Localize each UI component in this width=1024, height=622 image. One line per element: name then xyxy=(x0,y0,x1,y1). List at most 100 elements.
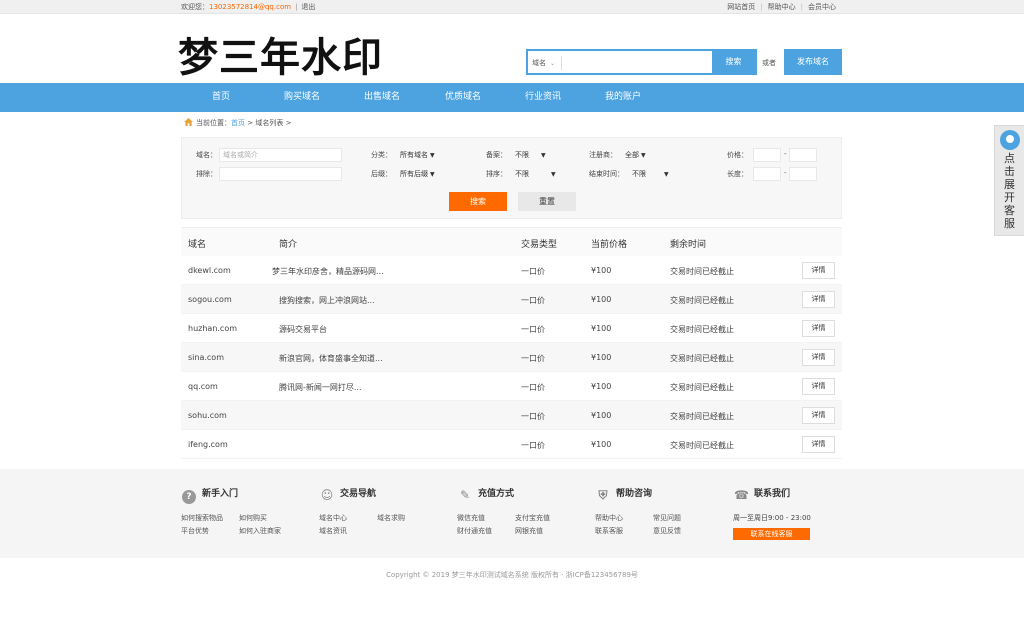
detail-button[interactable]: 详情 xyxy=(802,262,835,279)
footer-link[interactable]: 如何搜索物品 xyxy=(181,513,223,523)
breadcrumb-home[interactable]: 首页 xyxy=(231,119,245,127)
cell-remaining: 交易时间已经截止 xyxy=(670,383,734,392)
suffix-select[interactable]: 所有后缀 ▼ xyxy=(400,168,435,180)
endtime-select[interactable]: 不限 ▼ xyxy=(632,168,669,180)
header-desc: 简介 xyxy=(279,240,298,250)
search-type-select[interactable]: 域名 ⌄ xyxy=(530,56,562,70)
copyright: Copyright © 2019 梦三年水印测试域名系统 版权所有 · 浙ICP… xyxy=(386,571,638,579)
cell-remaining: 交易时间已经截止 xyxy=(670,296,734,305)
footer-link[interactable]: 平台优势 xyxy=(181,526,209,536)
cell-domain[interactable]: ifeng.com xyxy=(188,440,228,449)
footer-link[interactable]: 如何入驻商家 xyxy=(239,526,281,536)
search-input[interactable] xyxy=(564,53,714,71)
endtime-label: 结束时间： xyxy=(589,170,624,178)
nav-industry-news[interactable]: 行业资讯 xyxy=(525,83,561,112)
footer-link[interactable]: 财付通充值 xyxy=(457,526,492,536)
cell-domain[interactable]: huzhan.com xyxy=(188,324,237,333)
side-customer-service[interactable]: 点击展开客服 xyxy=(994,125,1024,236)
logout-link[interactable]: 退出 xyxy=(301,3,315,11)
home-icon xyxy=(184,118,193,126)
footer-col-recharge: ✎ 充值方式 xyxy=(459,488,515,502)
cell-domain[interactable]: qq.com xyxy=(188,382,218,391)
detail-button[interactable]: 详情 xyxy=(802,320,835,337)
suffix-label: 后缀： xyxy=(371,170,392,178)
domain-table: 域名 简介 交易类型 当前价格 剩余时间 dkewl.com 梦三年水印彦舍，精品… xyxy=(181,227,842,459)
nav-buy-domain[interactable]: 购买域名 xyxy=(284,83,320,112)
cell-price: ¥100 xyxy=(591,324,612,333)
exclude-label: 排除： xyxy=(196,170,217,178)
cell-price: ¥100 xyxy=(591,353,612,362)
registrar-label: 注册商： xyxy=(589,151,617,159)
sort-select[interactable]: 不限 ▼ xyxy=(515,168,556,180)
cell-type: 一口价 xyxy=(521,267,545,276)
detail-button[interactable]: 详情 xyxy=(802,407,835,424)
chevron-down-icon: ▼ xyxy=(641,152,646,159)
search-box: 域名 ⌄ 搜索 xyxy=(526,49,757,75)
filter-reset-button[interactable]: 重置 xyxy=(518,192,576,211)
footer-link[interactable]: 支付宝充值 xyxy=(515,513,550,523)
cell-desc: 搜狗搜索，网上冲浪网站... xyxy=(279,296,375,305)
price-max-input[interactable] xyxy=(789,148,817,162)
cell-desc: 梦三年水印彦舍，精品源码网... xyxy=(272,267,384,276)
length-min-input[interactable] xyxy=(753,167,781,181)
cell-domain[interactable]: sohu.com xyxy=(188,411,227,420)
cell-desc: 腾讯网-新闻一网打尽... xyxy=(279,383,362,392)
footer-link[interactable]: 微信充值 xyxy=(457,513,485,523)
nav-home[interactable]: 首页 xyxy=(212,83,230,112)
detail-button[interactable]: 详情 xyxy=(802,378,835,395)
top-link-help[interactable]: 帮助中心 xyxy=(768,3,796,11)
search-button[interactable]: 搜索 xyxy=(712,51,755,73)
header-type: 交易类型 xyxy=(521,240,558,250)
nav-my-account[interactable]: 我的账户 xyxy=(605,83,641,112)
table-row: dkewl.com 梦三年水印彦舍，精品源码网... 一口价 ¥100 交易时间已经截止… xyxy=(181,256,842,285)
nav-premium-domain[interactable]: 优质域名 xyxy=(445,83,481,112)
wallet-icon: ✎ xyxy=(459,488,471,502)
chevron-down-icon: ▼ xyxy=(430,152,435,159)
online-service-button[interactable]: 联系在线客服 xyxy=(733,528,810,540)
cell-desc: 新浪官网，体育盛事全知道... xyxy=(279,354,383,363)
exclude-input[interactable] xyxy=(219,167,342,181)
category-label: 分类： xyxy=(371,151,392,159)
table-row: qq.com 腾讯网-新闻一网打尽... 一口价 ¥100 交易时间已经截止 详情 xyxy=(181,372,842,401)
footer-col-help: ⛨ 帮助咨询 xyxy=(596,487,652,502)
cell-domain[interactable]: sogou.com xyxy=(188,295,232,304)
footer-link[interactable]: 域名资讯 xyxy=(319,526,347,536)
top-link-home[interactable]: 网站首页 xyxy=(727,3,755,11)
filter-search-button[interactable]: 搜索 xyxy=(449,192,507,211)
footer-link[interactable]: 意见反馈 xyxy=(653,526,681,536)
length-max-input[interactable] xyxy=(789,167,817,181)
or-text: 或者 xyxy=(762,59,776,67)
record-select[interactable]: 不限 ▼ xyxy=(515,149,546,161)
footer-col-trade-nav: ☺ 交易导航 xyxy=(320,488,377,502)
footer-link[interactable]: 联系客服 xyxy=(595,526,623,536)
top-link-member[interactable]: 会员中心 xyxy=(808,3,836,11)
category-select[interactable]: 所有域名 ▼ xyxy=(400,149,435,161)
user-email-link[interactable]: 13023572814@qq.com xyxy=(209,3,291,11)
domain-keyword-input[interactable]: 域名或简介 xyxy=(219,148,342,162)
footer-link[interactable]: 域名求购 xyxy=(377,513,405,523)
price-min-input[interactable] xyxy=(753,148,781,162)
footer-link[interactable]: 帮助中心 xyxy=(595,513,623,523)
footer-link[interactable]: 常见问题 xyxy=(653,513,681,523)
nav-sell-domain[interactable]: 出售域名 xyxy=(364,83,400,112)
detail-button[interactable]: 详情 xyxy=(802,291,835,308)
cell-price: ¥100 xyxy=(591,295,612,304)
shield-icon: ⛨ xyxy=(598,488,608,502)
footer-link[interactable]: 如何购买 xyxy=(239,513,267,523)
cell-domain[interactable]: dkewl.com xyxy=(188,266,231,275)
publish-domain-button[interactable]: 发布域名 xyxy=(784,49,842,75)
length-label: 长度： xyxy=(727,170,748,178)
footer-link[interactable]: 网银充值 xyxy=(515,526,543,536)
cell-price: ¥100 xyxy=(591,382,612,391)
site-logo[interactable]: 梦三年水印 xyxy=(178,38,383,78)
table-body: dkewl.com 梦三年水印彦舍，精品源码网... 一口价 ¥100 交易时间已经截止… xyxy=(181,256,842,459)
cell-domain[interactable]: sina.com xyxy=(188,353,224,362)
table-row: sogou.com 搜狗搜索，网上冲浪网站... 一口价 ¥100 交易时间已经截止 详情 xyxy=(181,285,842,314)
detail-button[interactable]: 详情 xyxy=(802,436,835,453)
header-remaining: 剩余时间 xyxy=(670,240,707,250)
chevron-down-icon: ⌄ xyxy=(550,60,556,67)
registrar-select[interactable]: 全部 ▼ xyxy=(625,149,646,161)
detail-button[interactable]: 详情 xyxy=(802,349,835,366)
table-header: 域名 简介 交易类型 当前价格 剩余时间 xyxy=(181,227,842,256)
footer-link[interactable]: 域名中心 xyxy=(319,513,347,523)
